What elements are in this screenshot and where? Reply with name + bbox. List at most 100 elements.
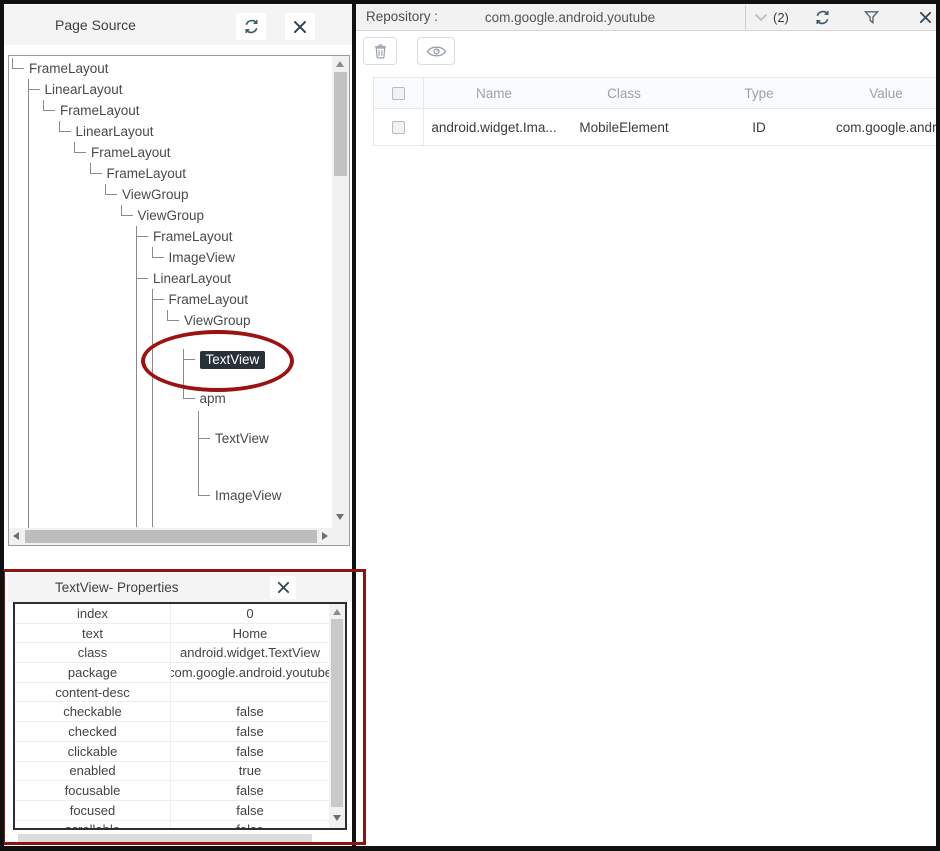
properties-vertical-scrollbar[interactable] [329,604,345,828]
tree-node-label[interactable]: FrameLayout [153,229,233,244]
tree-node-framelayout-8[interactable]: FrameLayout [136,226,332,247]
tree-node-label[interactable]: ViewGroup [184,313,251,328]
tree-node-label[interactable]: TextView [215,431,269,446]
property-value: com.google.android.youtube [171,663,329,682]
tree-horizontal-scrollbar[interactable] [9,528,332,545]
property-key: focused [15,801,171,820]
tree-node-label[interactable]: ImageView [215,488,282,503]
tree-connector [198,485,211,506]
tree-node-framelayout-0[interactable]: FrameLayout [12,58,332,79]
property-key: enabled [15,762,171,781]
tree-node-label-selected[interactable]: TextView [200,351,266,369]
table-row[interactable]: android.widget.Ima...MobileElementIDcom.… [374,109,936,146]
eye-icon[interactable] [417,37,455,65]
scroll-left-icon[interactable] [13,532,19,540]
tree-guide-line [28,100,29,528]
tree-connector [183,349,196,370]
tree-connector [12,58,25,79]
tree-node-label[interactable]: apm [200,391,226,406]
tree-node-framelayout-5[interactable]: FrameLayout [90,163,333,184]
chevron-down-icon[interactable] [750,7,772,27]
repository-bar: Repository : com.google.android.youtube … [356,3,937,31]
tree-connector [105,184,118,205]
row-checkbox[interactable] [392,121,405,134]
property-key: focusable [15,781,171,800]
page-source-tree[interactable]: FrameLayout LinearLayout FrameLayout Linear… [8,55,350,546]
tree-node-label[interactable]: LinearLayout [76,124,154,139]
tree-node-label[interactable]: LinearLayout [45,82,123,97]
elements-table-header: Name Class Type Value [374,78,936,109]
column-header-name[interactable]: Name [424,78,564,108]
property-value: false [171,702,329,721]
refresh-icon[interactable] [236,13,266,40]
properties-horizontal-scrollbar[interactable] [18,834,312,843]
properties-title: TextView- Properties [55,580,179,595]
scroll-down-icon[interactable] [333,815,341,821]
tree-node-label[interactable]: FrameLayout [60,103,140,118]
property-value: false [171,821,329,830]
close-icon[interactable] [285,13,315,40]
tree-node-framelayout-2[interactable]: FrameLayout [43,100,332,121]
scroll-down-icon[interactable] [336,514,344,520]
tree-node-textview-15[interactable]: TextView [198,428,332,449]
tree-hscroll-thumb[interactable] [25,530,317,543]
tree-node-viewgroup-6[interactable]: ViewGroup [105,184,332,205]
tree-connector [43,100,56,121]
tree-node-label[interactable]: ViewGroup [122,187,189,202]
tree-node-imageview-9[interactable]: ImageView [152,247,333,268]
tree-node-label[interactable]: LinearLayout [153,271,231,286]
refresh-icon[interactable] [811,7,833,27]
tree-node-textview-13[interactable]: TextView [183,349,333,370]
tree-vertical-scrollbar[interactable] [332,56,349,528]
scroll-up-icon[interactable] [333,609,341,615]
column-header-value[interactable]: Value [834,78,938,108]
tree-node-framelayout-4[interactable]: FrameLayout [74,142,332,163]
tree-guide-line [198,411,199,428]
property-row-checkable: checkablefalse [15,702,329,722]
tree-node-label[interactable]: ImageView [169,250,236,265]
property-row-checked: checkedfalse [15,722,329,742]
property-value: false [171,781,329,800]
tree-node-label[interactable]: FrameLayout [91,145,171,160]
delete-button[interactable] [363,37,397,65]
scroll-up-icon[interactable] [336,61,344,67]
property-value: 0 [171,604,329,623]
tree-node-linearlayout-1[interactable]: LinearLayout [28,79,333,100]
tree-vscroll-thumb[interactable] [334,72,347,176]
tree-node-linearlayout-3[interactable]: LinearLayout [59,121,333,142]
tree-guide-line [136,247,137,527]
properties-vscroll-thumb[interactable] [331,619,343,807]
tree-node-framelayout-11[interactable]: FrameLayout [152,289,333,310]
tree-node-imageview-16[interactable]: ImageView [198,485,332,506]
property-key: class [15,643,171,662]
tree-connector [183,388,196,409]
repository-select[interactable]: com.google.android.youtube [440,10,700,25]
tree-node-label[interactable]: FrameLayout [107,166,187,181]
tree-content: FrameLayout LinearLayout FrameLayout Linear… [9,56,332,528]
tree-node-linearlayout-10[interactable]: LinearLayout [136,268,332,289]
tree-node-label[interactable]: ViewGroup [138,208,205,223]
close-icon[interactable] [914,7,936,27]
tree-node-viewgroup-7[interactable]: ViewGroup [121,205,333,226]
scroll-right-icon[interactable] [322,532,328,540]
properties-header: TextView- Properties [8,573,352,602]
tree-node-apm-14[interactable]: apm [183,388,333,409]
tree-guide-line [198,449,199,485]
page-source-header: Page Source [4,5,352,45]
tree-node-label[interactable]: FrameLayout [29,61,109,76]
property-row-package: packagecom.google.android.youtube [15,663,329,683]
select-all-checkbox[interactable] [392,87,405,100]
cell-value: com.google.android. [834,109,938,145]
tree-connector [136,226,149,247]
column-header-type[interactable]: Type [684,78,834,108]
close-icon[interactable] [270,576,296,599]
tree-connector [74,142,87,163]
tree-connector [90,163,103,184]
column-header-class[interactable]: Class [564,78,684,108]
tree-guide-line [183,370,184,390]
property-row-scrollable: scrollablefalse [15,821,329,830]
tree-node-viewgroup-12[interactable]: ViewGroup [167,310,332,331]
tree-node-label[interactable]: FrameLayout [169,292,249,307]
filter-funnel-icon[interactable] [860,7,882,27]
property-row-text: textHome [15,624,329,644]
